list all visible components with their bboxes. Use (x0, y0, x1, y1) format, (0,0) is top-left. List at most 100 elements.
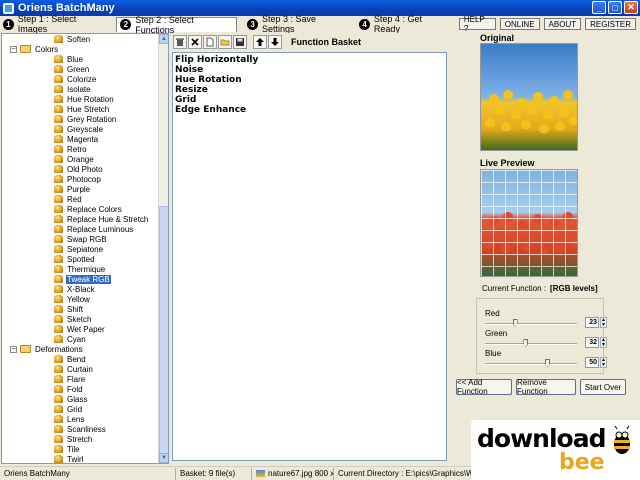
start-over-button[interactable]: Start Over (580, 379, 626, 395)
function-icon (54, 145, 63, 153)
green-value-field[interactable]: 32 (585, 337, 599, 348)
tree-item[interactable]: Isolate (2, 84, 168, 94)
green-spinner[interactable]: ▲ ▼ (600, 337, 607, 348)
tree-item[interactable]: Retro (2, 144, 168, 154)
basket-item[interactable]: Noise (175, 65, 444, 75)
blue-value-field[interactable]: 50 (585, 357, 599, 368)
tree-item[interactable]: Lens (2, 414, 168, 424)
register-button[interactable]: REGISTER (585, 18, 637, 30)
tree-item[interactable]: Stretch (2, 434, 168, 444)
tree-item[interactable]: Blue (2, 54, 168, 64)
tree-item[interactable]: Soften (2, 34, 168, 44)
collapse-toggle-icon[interactable]: − (10, 345, 17, 353)
function-icon (54, 35, 63, 43)
tree-item[interactable]: Scanliness (2, 424, 168, 434)
trash-icon[interactable] (173, 35, 187, 49)
red-slider[interactable] (485, 319, 577, 327)
tree-item-label: Swap RGB (67, 234, 107, 244)
tree-item[interactable]: Sepiatone (2, 244, 168, 254)
tree-item[interactable]: Twirl (2, 454, 168, 463)
basket-item[interactable]: Edge Enhance (175, 105, 444, 115)
tree-item[interactable]: Replace Luminous (2, 224, 168, 234)
tree-item[interactable]: Grid (2, 404, 168, 414)
tree-item[interactable]: Orange (2, 154, 168, 164)
tree-item[interactable]: Grey Rotation (2, 114, 168, 124)
red-spinner[interactable]: ▲ ▼ (600, 317, 607, 328)
status-basket: Basket: 9 file(s) (176, 467, 252, 480)
tree-item[interactable]: Curtain (2, 364, 168, 374)
tree-item[interactable]: Swap RGB (2, 234, 168, 244)
tree-folder-colors[interactable]: − Colors (2, 44, 168, 54)
tree-item[interactable]: X-Black (2, 284, 168, 294)
tree-item[interactable]: Thermique (2, 264, 168, 274)
basket-item[interactable]: Grid (175, 95, 444, 105)
step-2-tab[interactable]: 2 Step 2 : Select Functions (116, 15, 238, 35)
blue-slider[interactable] (485, 359, 577, 367)
move-up-icon[interactable] (253, 35, 267, 49)
tree-item[interactable]: Spotted (2, 254, 168, 264)
add-function-button[interactable]: << Add Function (456, 378, 512, 396)
tree-item[interactable]: Replace Colors (2, 204, 168, 214)
tree-item-label: Purple (67, 184, 91, 194)
blue-slider-knob[interactable] (545, 359, 550, 367)
maximize-button[interactable]: □ (608, 1, 622, 14)
tree-item[interactable]: Old Photo (2, 164, 168, 174)
tree-item-label: Tile (67, 444, 80, 454)
tree-item[interactable]: Glass (2, 394, 168, 404)
basket-item[interactable]: Flip Horizontally (175, 55, 444, 65)
blue-spinner[interactable]: ▲ ▼ (600, 357, 607, 368)
function-tree[interactable]: Soften − Colors Blue Green Colorize Isolate Hue… (1, 33, 169, 464)
tree-item[interactable]: Sketch (2, 314, 168, 324)
open-folder-icon[interactable] (218, 35, 232, 49)
tree-item[interactable]: Purple (2, 184, 168, 194)
tulip-shape (521, 120, 531, 129)
tree-item[interactable]: Green (2, 64, 168, 74)
delete-icon[interactable] (188, 35, 202, 49)
basket-item[interactable]: Resize (175, 85, 444, 95)
function-icon (54, 365, 63, 373)
tree-item[interactable]: Hue Stretch (2, 104, 168, 114)
tree-item[interactable]: Cyan (2, 334, 168, 344)
tree-item[interactable]: Bend (2, 354, 168, 364)
tree-item[interactable]: Magenta (2, 134, 168, 144)
basket-list[interactable]: Flip Horizontally Noise Hue Rotation Resize… (172, 52, 447, 461)
tree-item[interactable]: Replace Hue & Stretch (2, 214, 168, 224)
new-file-icon[interactable] (203, 35, 217, 49)
tree-item[interactable]: Photocop (2, 174, 168, 184)
about-button[interactable]: ABOUT (543, 18, 582, 30)
tree-item[interactable]: Wet Paper (2, 324, 168, 334)
tree-item[interactable]: Shift (2, 304, 168, 314)
red-slider-knob[interactable] (512, 319, 518, 327)
tree-item[interactable]: Flare (2, 374, 168, 384)
tree-item[interactable]: Fold (2, 384, 168, 394)
function-icon (54, 125, 63, 133)
tree-scrollbar[interactable]: ▲ ▼ (158, 34, 168, 463)
tree-item[interactable]: Tile (2, 444, 168, 454)
tree-folder-deformations[interactable]: − Deformations (2, 344, 168, 354)
basket-item[interactable]: Hue Rotation (175, 75, 444, 85)
save-icon[interactable] (233, 35, 247, 49)
move-down-icon[interactable] (268, 35, 282, 49)
green-slider-knob[interactable] (523, 339, 529, 347)
tree-item-label: Fold (67, 384, 83, 394)
minimize-button[interactable]: _ (592, 1, 606, 14)
tree-item[interactable]: Hue Rotation (2, 94, 168, 104)
online-button[interactable]: ONLINE (499, 18, 540, 30)
step-3-tab[interactable]: 3 Step 3 : Save Settings (247, 14, 349, 34)
remove-function-button[interactable]: Remove Function (516, 378, 576, 396)
tree-item[interactable]: Tweak RGB (2, 274, 168, 284)
scroll-down-arrow[interactable]: ▼ (159, 453, 168, 463)
red-value-field[interactable]: 23 (585, 317, 599, 328)
step-1-tab[interactable]: 1 Step 1 : Select Images (3, 14, 106, 34)
tree-item[interactable]: Colorize (2, 74, 168, 84)
close-button[interactable]: ✕ (624, 1, 638, 14)
step-4-tab[interactable]: 4 Step 4 : Get Ready (359, 14, 449, 34)
tree-item[interactable]: Yellow (2, 294, 168, 304)
green-slider[interactable] (485, 339, 577, 347)
tree-item[interactable]: Red (2, 194, 168, 204)
tree-item[interactable]: Greyscale (2, 124, 168, 134)
scroll-thumb[interactable] (159, 206, 168, 456)
collapse-toggle-icon[interactable]: − (10, 45, 17, 53)
help-button[interactable]: HELP ? (458, 15, 496, 33)
scroll-up-arrow[interactable]: ▲ (159, 34, 168, 44)
